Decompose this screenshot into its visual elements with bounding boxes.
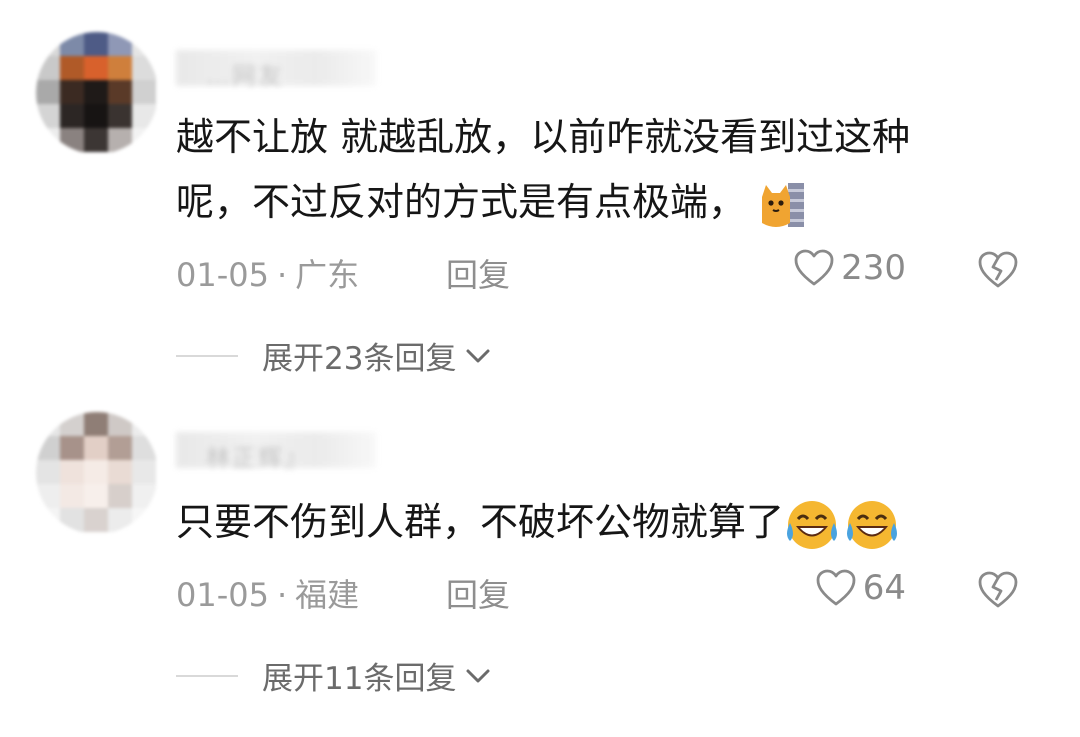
comment-text-line: 越不让放 就越乱放，以前咋就没看到过这种 [176,115,911,159]
divider [176,354,238,357]
like-count: 64 [862,568,906,608]
comment-meta: 01-05 · 福建 [176,570,359,616]
broken-heart-icon[interactable] [976,570,1020,610]
comment-text-line-2: 呢，不过反对的方式是有点极端， [176,180,747,224]
like-button[interactable]: 64 [815,568,906,608]
chevron-down-icon [466,669,490,682]
comment-text: 越不让放 就越乱放，以前咋就没看到过这种 呢，不过反对的方式是有点极端， [176,105,910,235]
comment-text-line: 只要不伤到人群，不破坏公物就算了 [176,500,785,544]
cat-peek-emoji [762,182,805,227]
comment-text: 只要不伤到人群，不破坏公物就算了 [176,490,900,555]
avatar[interactable] [36,32,158,154]
laughing-tears-emoji [787,500,898,549]
expand-replies-button[interactable]: 展开23条回复 [176,333,494,378]
expand-replies-label: 展开11条回复 [262,661,457,697]
reply-button[interactable]: 回复 [446,250,510,296]
expand-replies-button[interactable]: 展开11条回复 [176,653,494,698]
chevron-down-icon [466,349,490,362]
comment-date: 01-05 [176,256,269,294]
expand-replies-label: 展开23条回复 [262,341,457,377]
broken-heart-icon[interactable] [976,250,1020,290]
comment-location: 广东 [295,256,360,294]
heart-icon [816,569,856,606]
comment-location: 福建 [295,576,360,614]
like-count: 230 [841,248,906,288]
divider [176,674,238,677]
heart-icon [794,249,834,286]
avatar[interactable] [36,412,158,534]
reply-button[interactable]: 回复 [446,570,510,616]
username[interactable]: …网友 [176,50,376,90]
meta-separator: · [276,576,288,614]
comment-meta: 01-05 · 广东 [176,250,359,296]
like-button[interactable]: 230 [793,248,906,288]
comment-date: 01-05 [176,576,269,614]
meta-separator: · [276,256,288,294]
comment-text-line: 呢，不过反对的方式是有点极端， [176,170,910,235]
username[interactable]: 林正辉』 [176,432,376,472]
